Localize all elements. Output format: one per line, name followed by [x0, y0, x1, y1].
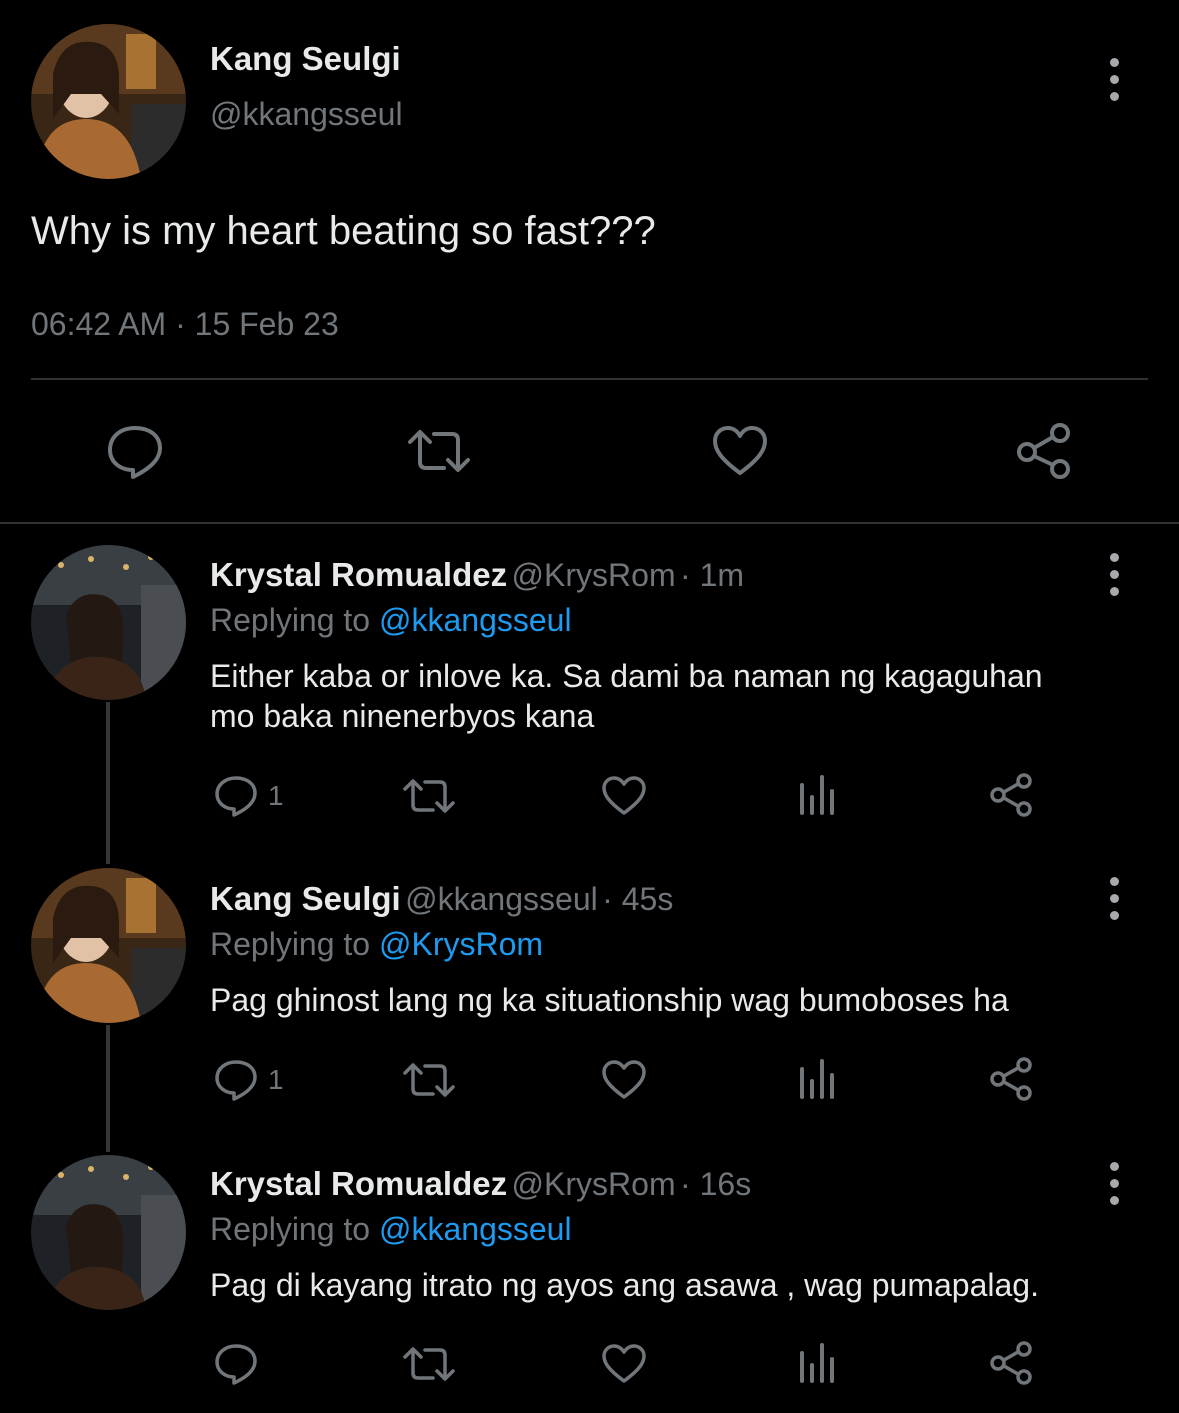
- tweet-timestamp[interactable]: 06:42 AM · 15 Feb 23: [31, 306, 339, 343]
- reply-icon[interactable]: [106, 424, 164, 480]
- analytics-icon[interactable]: [798, 1343, 838, 1383]
- divider: [0, 522, 1179, 524]
- reply-text-line: Pag ghinost lang ng ka situationship wag…: [210, 982, 1009, 1018]
- like-icon[interactable]: [601, 775, 647, 817]
- reply-time: · 16s: [680, 1166, 752, 1202]
- avatar[interactable]: [31, 1155, 186, 1310]
- reply-icon[interactable]: [214, 1343, 258, 1385]
- reply-icon[interactable]: [214, 775, 258, 817]
- share-icon[interactable]: [988, 1340, 1034, 1386]
- retweet-icon[interactable]: [406, 428, 472, 474]
- reply-text-line: Either kaba or inlove ka. Sa dami ba nam…: [210, 658, 1043, 694]
- like-icon[interactable]: [601, 1059, 647, 1101]
- share-icon[interactable]: [988, 1056, 1034, 1102]
- reply-header: Krystal Romualdez @KrysRom · 1m: [210, 556, 744, 594]
- author-name[interactable]: Krystal Romualdez: [210, 1165, 507, 1202]
- reply-text-line: Pag di kayang itrato ng ayos ang asawa ,…: [210, 1267, 1039, 1303]
- like-icon[interactable]: [711, 425, 769, 477]
- author-handle[interactable]: @KrysRom: [512, 557, 676, 593]
- reply-header: Krystal Romualdez @KrysRom · 16s: [210, 1165, 751, 1203]
- replying-to: Replying to @kkangsseul: [210, 602, 572, 639]
- reply-time: · 1m: [680, 557, 745, 593]
- replying-prefix: Replying to: [210, 926, 379, 962]
- author-name[interactable]: Kang Seulgi: [210, 880, 401, 917]
- reply-text: Either kaba or inlove ka. Sa dami ba nam…: [210, 656, 1043, 736]
- share-icon[interactable]: [1015, 422, 1073, 480]
- author-name[interactable]: Kang Seulgi: [210, 40, 401, 78]
- reply-header: Kang Seulgi @kkangsseul · 45s: [210, 880, 673, 918]
- replying-to-link[interactable]: @KrysRom: [379, 926, 543, 962]
- reply-icon[interactable]: [214, 1059, 258, 1101]
- reply-count: 1: [268, 1064, 284, 1095]
- author-name[interactable]: Krystal Romualdez: [210, 556, 507, 593]
- reply-text: Pag di kayang itrato ng ayos ang asawa ,…: [210, 1265, 1039, 1305]
- tweet-text: Why is my heart beating so fast???: [31, 209, 656, 253]
- reply-text: Pag ghinost lang ng ka situationship wag…: [210, 980, 1009, 1020]
- like-icon[interactable]: [601, 1343, 647, 1385]
- more-options-icon[interactable]: [1110, 553, 1120, 604]
- author-handle[interactable]: @kkangsseul: [210, 96, 403, 133]
- replying-to-link[interactable]: @kkangsseul: [379, 1211, 572, 1247]
- divider: [31, 378, 1148, 380]
- avatar[interactable]: [31, 868, 186, 1023]
- analytics-icon[interactable]: [798, 1059, 838, 1099]
- analytics-icon[interactable]: [798, 775, 838, 815]
- thread-connector: [106, 1025, 110, 1152]
- avatar[interactable]: [31, 24, 186, 179]
- share-icon[interactable]: [988, 772, 1034, 818]
- retweet-icon[interactable]: [402, 1345, 456, 1383]
- more-options-icon[interactable]: [1110, 1162, 1120, 1213]
- author-handle[interactable]: @kkangsseul: [405, 881, 598, 917]
- replying-to: Replying to @KrysRom: [210, 926, 543, 963]
- reply-text-line: mo baka ninenerbyos kana: [210, 698, 595, 734]
- thread-connector: [106, 702, 110, 864]
- more-options-icon[interactable]: [1110, 58, 1120, 109]
- reply-count: 1: [268, 780, 284, 811]
- replying-prefix: Replying to: [210, 602, 379, 638]
- author-handle[interactable]: @KrysRom: [512, 1166, 676, 1202]
- replying-to-link[interactable]: @kkangsseul: [379, 602, 572, 638]
- replying-prefix: Replying to: [210, 1211, 379, 1247]
- replying-to: Replying to @kkangsseul: [210, 1211, 572, 1248]
- reply-time: · 45s: [602, 881, 674, 917]
- retweet-icon[interactable]: [402, 777, 456, 815]
- retweet-icon[interactable]: [402, 1061, 456, 1099]
- avatar[interactable]: [31, 545, 186, 700]
- more-options-icon[interactable]: [1110, 877, 1120, 928]
